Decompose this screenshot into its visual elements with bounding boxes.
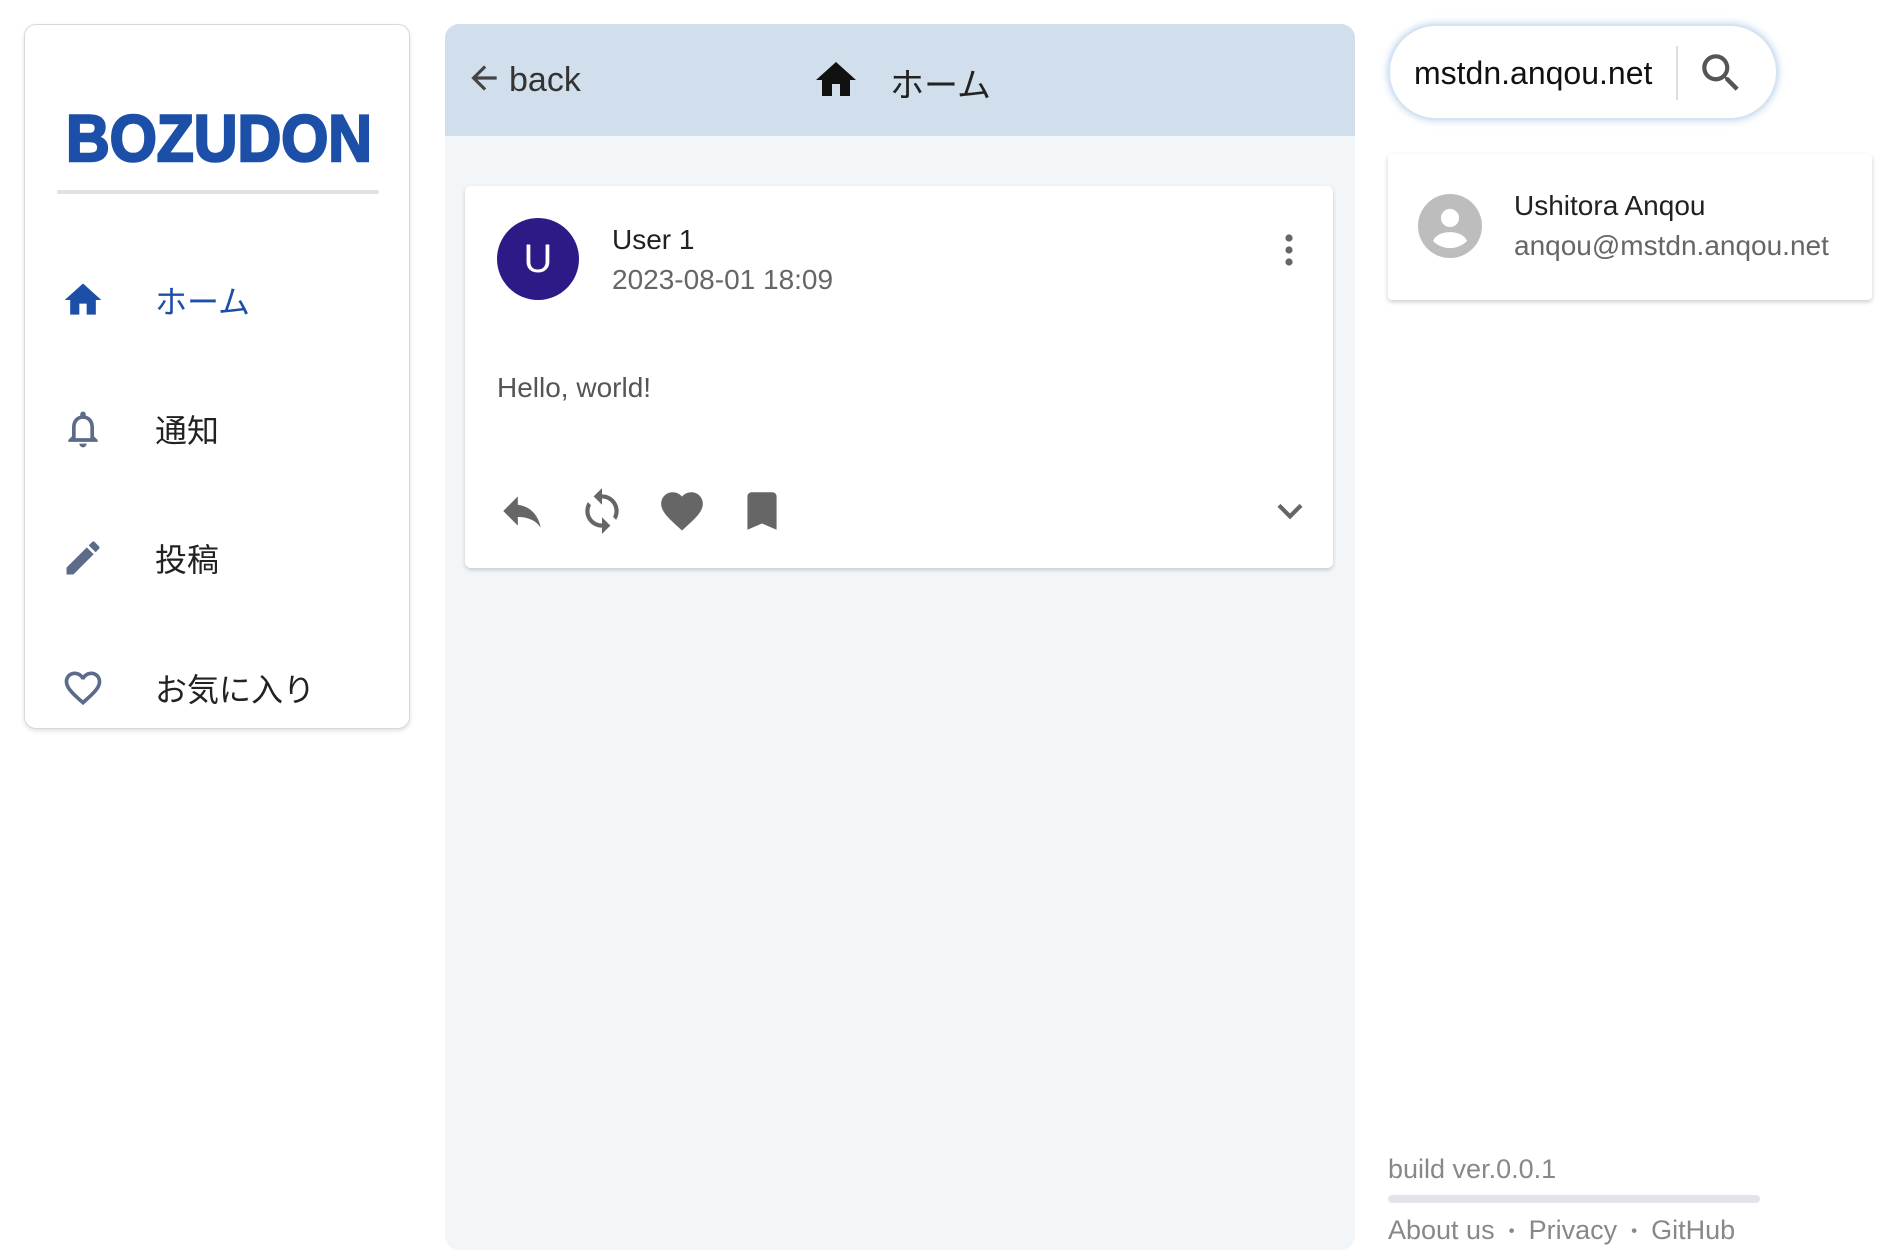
sidebar-item-notifications[interactable]: 通知	[25, 384, 411, 474]
sidebar-item-favorites[interactable]: お気に入り	[25, 643, 411, 733]
home-icon	[61, 278, 105, 322]
home-icon	[812, 56, 860, 104]
sidebar-item-label: お気に入り	[155, 671, 316, 709]
post-date: 2023-08-01 18:09	[612, 264, 834, 295]
heart-outline-icon	[61, 666, 105, 710]
reply-button[interactable]	[497, 486, 547, 536]
expand-button[interactable]	[1265, 486, 1315, 536]
more-vertical-icon	[1265, 226, 1313, 274]
back-button[interactable]: back	[465, 52, 581, 108]
logo-text: BOZUDON	[66, 101, 372, 175]
arrow-left-icon	[465, 59, 503, 102]
post-username[interactable]: User 1	[612, 224, 694, 256]
sidebar-item-home[interactable]: ホーム	[25, 255, 411, 345]
avatar[interactable]: U	[497, 218, 579, 300]
search-divider	[1676, 46, 1678, 100]
timeline-column: back ホーム U User 1 2023-08-01 18:09 Hello…	[445, 24, 1355, 1250]
footer-links: About us ・ Privacy ・ GitHub	[1388, 1214, 1735, 1246]
post-card: U User 1 2023-08-01 18:09 Hello, world!	[465, 186, 1333, 568]
footer-separator: ・	[1500, 1220, 1523, 1245]
search-input[interactable]	[1414, 48, 1672, 98]
back-label: back	[509, 60, 581, 99]
bell-icon	[61, 407, 105, 451]
result-handle: anqou@mstdn.anqou.net	[1514, 230, 1829, 261]
sidebar-item-label: 投稿	[155, 541, 220, 579]
bookmark-button[interactable]	[737, 486, 787, 536]
page-title: ホーム	[890, 66, 991, 106]
reply-icon	[497, 486, 547, 536]
sidebar-item-label: 通知	[155, 412, 220, 450]
timeline-header: back ホーム	[445, 24, 1355, 136]
more-options-button[interactable]	[1265, 226, 1313, 274]
bookmark-icon	[737, 486, 787, 536]
search-button[interactable]	[1696, 48, 1746, 98]
sidebar-divider	[57, 190, 379, 194]
sidebar: BOZUDON ホーム 通知 投稿 お気に入り	[24, 24, 410, 729]
repeat-icon	[577, 486, 627, 536]
search-box	[1388, 24, 1778, 120]
result-display-name: Ushitora Anqou	[1514, 190, 1706, 221]
build-version: build ver.0.0.1	[1388, 1154, 1557, 1184]
bozudon-logo[interactable]: BOZUDON	[61, 65, 377, 195]
chevron-down-icon	[1265, 486, 1315, 536]
privacy-link[interactable]: Privacy	[1529, 1215, 1618, 1245]
boost-button[interactable]	[577, 486, 627, 536]
github-link[interactable]: GitHub	[1651, 1215, 1735, 1245]
search-icon	[1696, 48, 1746, 98]
heart-icon	[657, 486, 707, 536]
about-us-link[interactable]: About us	[1388, 1215, 1495, 1245]
sidebar-item-label: ホーム	[155, 283, 251, 321]
sidebar-item-post[interactable]: 投稿	[25, 513, 411, 603]
account-circle-icon	[1418, 194, 1482, 258]
footer-divider	[1388, 1195, 1760, 1203]
footer-separator: ・	[1623, 1220, 1646, 1245]
post-body: Hello, world!	[497, 372, 652, 403]
search-result-account[interactable]: Ushitora Anqou anqou@mstdn.anqou.net	[1388, 154, 1872, 300]
favorite-button[interactable]	[657, 486, 707, 536]
pencil-icon	[61, 536, 105, 580]
